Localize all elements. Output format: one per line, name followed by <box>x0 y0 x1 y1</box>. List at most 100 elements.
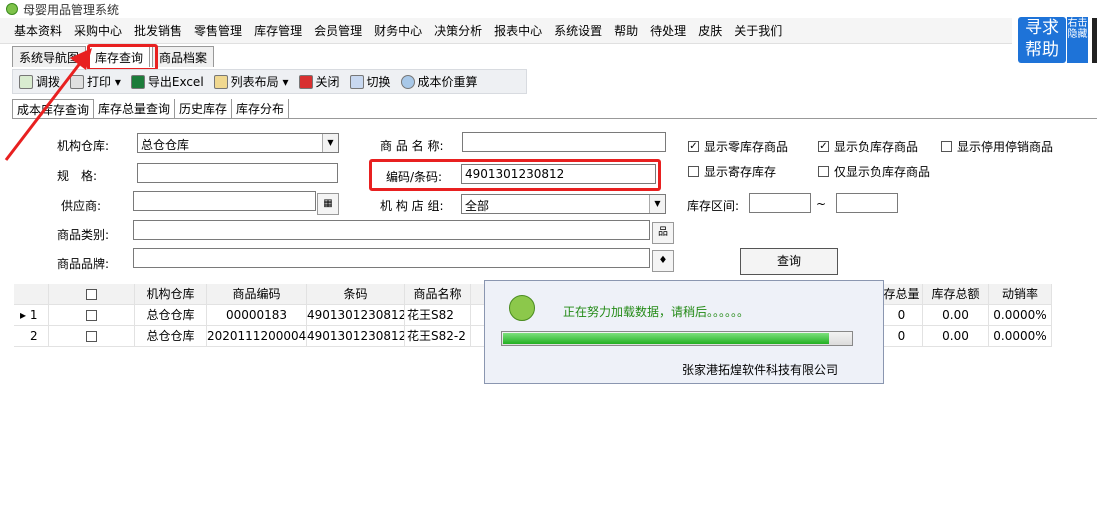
menu-report[interactable]: 报表中心 <box>494 22 542 39</box>
loading-message: 正在努力加载数据，请稍后。。。。。。 <box>563 305 750 319</box>
checkbox-only-negative[interactable]: 仅显示负库存商品 <box>818 163 930 180</box>
header-warehouse[interactable]: 机构仓库 <box>135 284 207 304</box>
checkbox-box: ✓ <box>688 141 699 152</box>
cell-code: 2020111200004 <box>207 326 307 346</box>
row-checkbox[interactable] <box>86 331 97 342</box>
cell-total-amount: 0.00 <box>923 305 989 325</box>
query-button[interactable]: 查询 <box>740 248 838 275</box>
select-all-checkbox[interactable] <box>86 289 97 300</box>
cell-total-amount: 0.00 <box>923 326 989 346</box>
row-indicator: ▸ 1 <box>14 305 49 325</box>
checkbox-label: 仅显示负库存商品 <box>834 165 931 179</box>
header-turnover-rate[interactable]: 动销率 <box>989 284 1052 304</box>
menu-wholesale[interactable]: 批发销售 <box>134 22 182 39</box>
supplier-lookup-icon[interactable]: ▦ <box>317 193 339 215</box>
row-checkbox[interactable] <box>86 310 97 321</box>
header-barcode[interactable]: 条码 <box>307 284 405 304</box>
checkbox-label: 显示停用停销商品 <box>957 140 1054 154</box>
menu-about[interactable]: 关于我们 <box>734 22 782 39</box>
loading-dialog: 正在努力加载数据，请稍后。。。。。。 张家港拓煌软件科技有限公司 <box>484 280 884 384</box>
stock-range-from[interactable] <box>749 193 811 213</box>
tab-product-archive[interactable]: 商品档案 <box>152 46 215 67</box>
subtab-distribution[interactable]: 库存分布 <box>232 99 290 118</box>
layout-icon <box>213 74 228 89</box>
progress-bar <box>501 331 853 346</box>
cell-total-qty: 0 <box>881 326 923 346</box>
category-tree-icon[interactable]: 品 <box>652 222 674 244</box>
export-excel-label: 导出Excel <box>147 75 204 89</box>
switch-label: 切换 <box>366 75 391 89</box>
stock-range-to[interactable] <box>836 193 898 213</box>
chevron-down-icon: ▼ <box>649 195 665 213</box>
menu-help[interactable]: 帮助 <box>614 22 638 39</box>
menu-skin[interactable]: 皮肤 <box>698 22 722 39</box>
store-group-select[interactable]: 全部 ▼ <box>461 194 666 214</box>
brand-input[interactable] <box>133 248 650 268</box>
row-indicator: 2 <box>14 326 49 346</box>
hide-help-button[interactable]: 右击隐藏 <box>1066 17 1088 63</box>
switch-icon <box>349 74 364 89</box>
app-mascot-icon <box>509 295 535 321</box>
help-line2: 帮助 <box>1025 40 1059 60</box>
cell-barcode: 4901301230812 <box>307 305 405 325</box>
header-code[interactable]: 商品编码 <box>207 284 307 304</box>
close-button[interactable]: 关闭 <box>298 73 340 90</box>
checkbox-label: 显示零库存商品 <box>704 140 789 154</box>
progress-fill <box>503 333 829 344</box>
checkbox-show-disabled[interactable]: 显示停用停销商品 <box>941 138 1053 155</box>
brand-lookup-icon[interactable]: ♦ <box>652 250 674 272</box>
cell-turnover-rate: 0.0000% <box>989 305 1052 325</box>
menu-retail[interactable]: 零售管理 <box>194 22 242 39</box>
cell-barcode: 4901301230812 <box>307 326 405 346</box>
checkbox-box <box>688 166 699 177</box>
checkbox-show-zero-stock[interactable]: ✓ 显示零库存商品 <box>688 138 788 155</box>
header-select[interactable] <box>49 284 135 304</box>
spec-input[interactable] <box>137 163 338 183</box>
app-logo-icon <box>6 3 18 15</box>
switch-button[interactable]: 切换 <box>349 73 391 90</box>
menu-bar: 基本资料 采购中心 批发销售 零售管理 库存管理 会员管理 财务中心 决策分析 … <box>0 18 1012 44</box>
header-total-amount[interactable]: 库存总额 <box>923 284 989 304</box>
help-line1: 寻求 <box>1025 18 1059 38</box>
cell-total-qty: 0 <box>881 305 923 325</box>
subtab-history[interactable]: 历史库存 <box>175 99 233 118</box>
menu-decision[interactable]: 决策分析 <box>434 22 482 39</box>
warehouse-select[interactable]: 总仓仓库 ▼ <box>137 133 339 153</box>
recalculate-button[interactable]: 成本价重算 <box>400 73 478 90</box>
row-select[interactable] <box>49 305 135 325</box>
layout-button[interactable]: 列表布局 ▾ <box>213 73 289 90</box>
header-indicator <box>14 284 49 304</box>
checkbox-show-consigned[interactable]: 显示寄存库存 <box>688 163 776 180</box>
checkbox-box: ✓ <box>818 141 829 152</box>
help-button[interactable]: 寻求 帮助 <box>1018 17 1066 63</box>
checkbox-label: 显示负库存商品 <box>834 140 919 154</box>
cell-warehouse: 总仓仓库 <box>135 305 207 325</box>
cell-turnover-rate: 0.0000% <box>989 326 1052 346</box>
store-group-label: 机 构 店 组: <box>380 199 444 213</box>
menu-pending[interactable]: 待处理 <box>650 22 686 39</box>
supplier-input[interactable] <box>133 191 316 211</box>
menu-purchase[interactable]: 采购中心 <box>74 22 122 39</box>
category-label: 商品类别: <box>57 228 110 242</box>
company-name: 张家港拓煌软件科技有限公司 <box>682 363 839 377</box>
export-excel-button[interactable]: 导出Excel <box>130 73 204 90</box>
brand-label: 商品品牌: <box>57 257 110 271</box>
menu-basic-data[interactable]: 基本资料 <box>14 22 62 39</box>
product-name-input[interactable] <box>462 132 666 152</box>
warehouse-value: 总仓仓库 <box>141 138 190 152</box>
window-title: 母婴用品管理系统 <box>23 2 120 17</box>
checkbox-show-negative-stock[interactable]: ✓ 显示负库存商品 <box>818 138 918 155</box>
menu-inventory[interactable]: 库存管理 <box>254 22 302 39</box>
row-select[interactable] <box>49 326 135 346</box>
header-total-qty[interactable]: 存总量 <box>881 284 923 304</box>
cell-warehouse: 总仓仓库 <box>135 326 207 346</box>
menu-settings[interactable]: 系统设置 <box>554 22 602 39</box>
cell-name: 花王S82-2 <box>405 326 471 346</box>
menu-member[interactable]: 会员管理 <box>314 22 362 39</box>
category-input[interactable] <box>133 220 650 240</box>
checkbox-label: 显示寄存库存 <box>704 165 777 179</box>
store-group-value: 全部 <box>465 199 490 213</box>
menu-finance[interactable]: 财务中心 <box>374 22 422 39</box>
checkbox-box <box>818 166 829 177</box>
header-name[interactable]: 商品名称 <box>405 284 471 304</box>
